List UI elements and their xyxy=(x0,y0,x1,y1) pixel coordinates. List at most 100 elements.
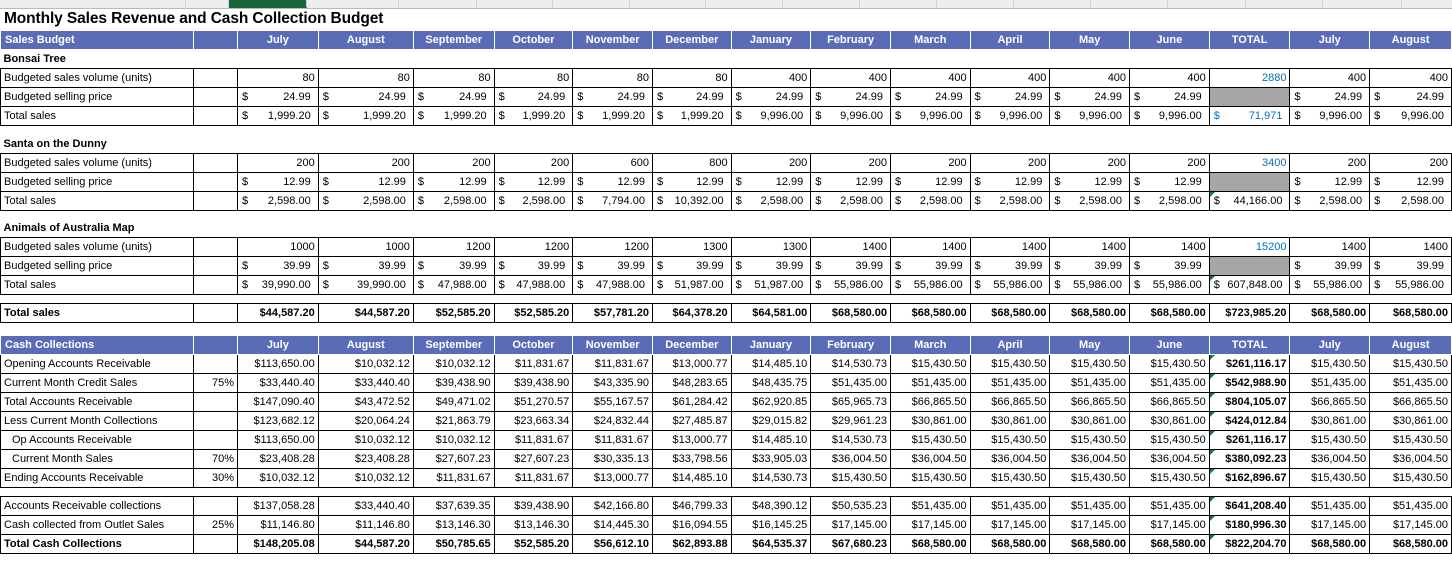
data-cell[interactable]: $11,831.67 xyxy=(493,354,574,374)
data-cell[interactable]: 200 xyxy=(412,152,495,173)
data-cell[interactable]: $15,430.50 xyxy=(969,468,1051,488)
total-cell[interactable]: $180,996.30 xyxy=(1208,515,1291,535)
data-cell[interactable]: $12.99 xyxy=(889,171,971,192)
data-cell[interactable]: $68,580.00 xyxy=(1129,303,1210,323)
data-cell[interactable]: $29,015.82 xyxy=(730,411,812,431)
data-cell[interactable]: $15,430.50 xyxy=(1049,430,1131,450)
total-cell[interactable]: $162,896.67 xyxy=(1208,468,1291,488)
data-cell[interactable]: $65,965.73 xyxy=(810,392,891,412)
data-cell[interactable]: $11,146.80 xyxy=(237,515,319,535)
data-cell[interactable]: $39.99 xyxy=(1129,256,1210,276)
data-cell[interactable]: $9,996.00 xyxy=(810,106,891,126)
data-cell[interactable]: 400 xyxy=(1049,68,1131,88)
data-cell[interactable]: $12.99 xyxy=(1049,171,1131,192)
data-cell[interactable]: $123,682.12 xyxy=(237,411,319,431)
row-pct-cell[interactable]: 25% xyxy=(192,515,238,535)
data-cell[interactable]: $17,145.00 xyxy=(969,515,1051,535)
data-cell[interactable]: $10,032.12 xyxy=(412,354,495,374)
data-cell[interactable]: $44,587.20 xyxy=(317,303,414,323)
column-header-june-11[interactable]: June xyxy=(1129,335,1210,355)
data-cell[interactable]: $11,831.67 xyxy=(572,430,653,450)
data-cell[interactable]: $33,440.40 xyxy=(237,373,319,393)
data-cell[interactable]: $43,335.90 xyxy=(572,373,653,393)
data-cell[interactable]: $14,485.10 xyxy=(651,468,732,488)
row-label-cash-2[interactable]: Total Accounts Receivable xyxy=(0,392,194,412)
data-cell[interactable]: $30,861.00 xyxy=(1129,411,1210,431)
row-pct-cell[interactable] xyxy=(192,354,238,374)
data-cell[interactable]: $15,430.50 xyxy=(889,430,971,450)
data-cell[interactable]: 1200 xyxy=(412,237,495,257)
column-header-november-4[interactable]: November xyxy=(572,335,653,355)
data-cell[interactable]: $12.99 xyxy=(317,171,414,192)
data-cell[interactable]: 80 xyxy=(317,68,414,88)
data-cell[interactable]: $17,145.00 xyxy=(1049,515,1131,535)
data-cell[interactable]: $1,999.20 xyxy=(572,106,653,126)
data-cell[interactable]: $64,581.00 xyxy=(730,303,812,323)
data-cell[interactable]: $68,580.00 xyxy=(969,303,1051,323)
data-cell[interactable]: $2,598.00 xyxy=(237,190,319,211)
column-header-february-7[interactable]: February xyxy=(810,30,891,50)
data-cell[interactable]: 200 xyxy=(730,152,812,173)
data-cell[interactable]: 400 xyxy=(889,68,971,88)
data-cell[interactable]: $15,430.50 xyxy=(1129,468,1210,488)
data-cell[interactable]: $47,988.00 xyxy=(412,275,495,295)
data-cell[interactable]: $27,607.23 xyxy=(412,449,495,469)
data-cell[interactable]: 200 xyxy=(317,152,414,173)
data-cell[interactable]: $55,986.00 xyxy=(889,275,971,295)
column-header-october-3[interactable]: October xyxy=(493,30,574,50)
column-header-may-10[interactable]: May xyxy=(1049,335,1131,355)
data-cell-extra[interactable]: $68,580.00 xyxy=(1369,534,1452,554)
data-cell-extra[interactable]: $36,004.50 xyxy=(1289,449,1371,469)
column-letter-6[interactable] xyxy=(553,0,630,8)
data-cell[interactable]: $33,905.03 xyxy=(730,449,812,469)
row-pct-cell[interactable] xyxy=(192,256,238,276)
data-cell[interactable]: 1400 xyxy=(889,237,971,257)
row-label-cash-0[interactable]: Opening Accounts Receivable xyxy=(0,354,194,374)
data-cell[interactable]: $14,530.73 xyxy=(730,468,812,488)
data-cell[interactable]: $9,996.00 xyxy=(1049,106,1131,126)
row-pct-cell[interactable] xyxy=(192,87,238,107)
data-cell[interactable]: $39,438.90 xyxy=(493,496,574,516)
column-header-july-0[interactable]: July xyxy=(237,335,319,355)
data-cell[interactable]: $51,435.00 xyxy=(1129,496,1210,516)
data-cell[interactable]: $2,598.00 xyxy=(317,190,414,211)
data-cell[interactable]: $2,598.00 xyxy=(412,190,495,211)
data-cell[interactable]: $21,863.79 xyxy=(412,411,495,431)
total-cell[interactable]: $607,848.00 xyxy=(1208,275,1291,295)
data-cell[interactable]: 200 xyxy=(810,152,891,173)
data-cell[interactable]: $17,145.00 xyxy=(810,515,891,535)
row-pct-cell[interactable] xyxy=(192,68,238,88)
data-cell[interactable]: $55,986.00 xyxy=(810,275,891,295)
data-cell[interactable]: 1400 xyxy=(810,237,891,257)
data-cell[interactable]: $24.99 xyxy=(889,87,971,107)
data-cell[interactable]: $30,335.13 xyxy=(572,449,653,469)
data-cell[interactable]: 400 xyxy=(1129,68,1210,88)
row-label-0-1[interactable]: Budgeted selling price xyxy=(0,87,194,107)
total-cell[interactable]: $542,988.90 xyxy=(1208,373,1291,393)
data-cell-extra[interactable]: $9,996.00 xyxy=(1369,106,1452,126)
data-cell[interactable]: $64,535.37 xyxy=(730,534,812,554)
data-cell[interactable]: $67,680.23 xyxy=(810,534,891,554)
column-header-january-6[interactable]: January xyxy=(730,30,812,50)
data-cell[interactable]: $51,435.00 xyxy=(1049,496,1131,516)
column-letter-13[interactable] xyxy=(1091,0,1168,8)
data-cell[interactable]: $42,166.80 xyxy=(572,496,653,516)
column-letter-4[interactable] xyxy=(399,0,477,8)
data-cell-extra[interactable]: $15,430.50 xyxy=(1289,430,1371,450)
data-cell[interactable]: $23,408.28 xyxy=(237,449,319,469)
column-letter-12[interactable] xyxy=(1014,0,1091,8)
data-cell[interactable]: $51,435.00 xyxy=(889,496,971,516)
total-cell[interactable]: $261,116.17 xyxy=(1208,430,1291,450)
data-cell[interactable]: $52,585.20 xyxy=(493,303,574,323)
data-cell-extra[interactable]: $15,430.50 xyxy=(1369,354,1452,374)
data-cell[interactable]: $51,435.00 xyxy=(1129,373,1210,393)
data-cell[interactable]: $2,598.00 xyxy=(969,190,1051,211)
column-header-january-6[interactable]: January xyxy=(730,335,812,355)
data-cell[interactable]: $52,585.20 xyxy=(412,303,495,323)
data-cell[interactable]: $23,408.28 xyxy=(317,449,414,469)
row-pct-cell[interactable] xyxy=(192,171,238,192)
data-cell[interactable]: 1300 xyxy=(651,237,732,257)
column-header-september-2[interactable]: September xyxy=(412,335,495,355)
data-cell[interactable]: $12.99 xyxy=(651,171,732,192)
data-cell[interactable]: $13,146.30 xyxy=(493,515,574,535)
